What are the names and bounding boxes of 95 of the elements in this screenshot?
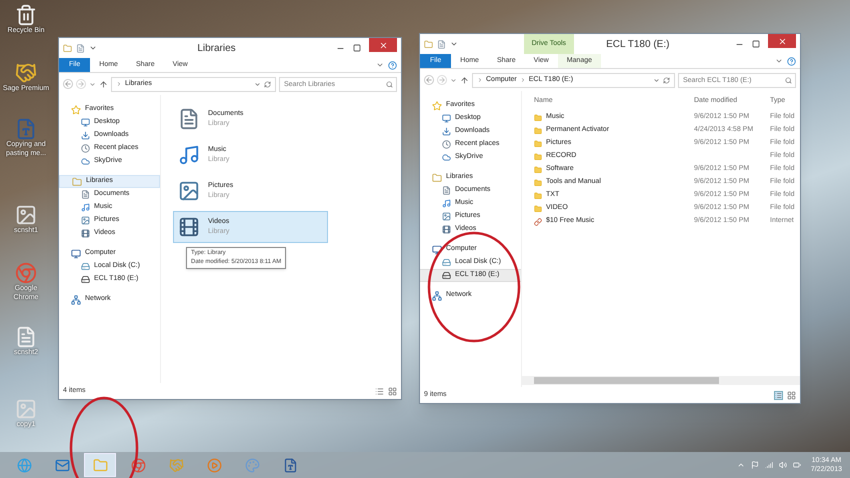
tray-expand-icon[interactable] — [736, 461, 745, 469]
up-button[interactable] — [460, 76, 469, 84]
mail-icon — [54, 458, 70, 472]
desktop-icon — [442, 114, 451, 123]
picture-icon — [178, 180, 200, 202]
folder-icon — [534, 192, 542, 200]
drive-icon — [442, 271, 451, 280]
close-button[interactable] — [369, 38, 397, 52]
folder-icon — [534, 166, 542, 174]
speaker-icon[interactable] — [778, 461, 787, 469]
tiles-view-button[interactable] — [787, 390, 796, 400]
library-icon — [72, 176, 82, 186]
search-icon — [785, 76, 792, 84]
separator-icon — [116, 81, 122, 87]
star-icon — [71, 104, 81, 114]
close-button[interactable] — [768, 34, 796, 48]
refresh-icon[interactable] — [264, 80, 271, 88]
properties-icon — [76, 44, 85, 52]
maximize-button[interactable] — [353, 44, 361, 52]
picture-icon — [81, 216, 90, 225]
library-icon — [432, 172, 442, 182]
folder-icon — [534, 178, 542, 186]
desktop-icon[interactable] — [15, 62, 37, 84]
video-icon — [178, 216, 200, 238]
recent-icon — [442, 140, 451, 149]
folder-icon — [534, 152, 542, 160]
document-icon — [282, 458, 298, 472]
video-icon — [81, 229, 90, 238]
signal-icon[interactable] — [764, 461, 773, 469]
details-view-button[interactable] — [774, 390, 783, 400]
recent-icon — [81, 144, 90, 153]
download-icon — [442, 127, 451, 136]
computer-icon — [71, 248, 81, 258]
folder-icon — [424, 40, 433, 48]
music-icon — [81, 203, 90, 212]
folder-icon — [534, 126, 542, 134]
cloud-icon — [81, 157, 90, 166]
search-icon — [386, 80, 393, 88]
folder-icon — [63, 44, 72, 52]
properties-icon — [437, 40, 446, 48]
picture-icon — [442, 212, 451, 221]
dropdown-icon — [450, 40, 458, 48]
separator-icon — [477, 77, 483, 83]
recent-locations-icon[interactable] — [450, 76, 457, 84]
network-icon — [71, 294, 81, 304]
recent-locations-icon[interactable] — [89, 80, 96, 88]
expand-ribbon-icon[interactable] — [775, 57, 783, 65]
doc-icon — [81, 190, 90, 199]
shortcut-icon — [534, 218, 542, 226]
chrome-icon — [130, 458, 146, 472]
folder-icon — [92, 458, 108, 472]
battery-icon[interactable] — [792, 461, 801, 469]
horizontal-scrollbar[interactable] — [522, 376, 800, 385]
play-icon — [206, 458, 222, 472]
drive-icon — [81, 275, 90, 284]
close-icon — [378, 40, 388, 50]
network-icon — [432, 290, 442, 300]
folder-icon — [534, 204, 542, 212]
back-button[interactable] — [63, 79, 73, 89]
forward-button[interactable] — [437, 75, 447, 85]
details-view-button[interactable] — [375, 386, 384, 396]
browser-icon — [16, 458, 32, 472]
up-button[interactable] — [99, 80, 108, 88]
palette-icon — [244, 458, 260, 472]
video-icon — [442, 225, 451, 234]
doc-icon — [442, 186, 451, 195]
maximize-button[interactable] — [752, 40, 760, 48]
dropdown-icon[interactable] — [653, 76, 660, 84]
back-button[interactable] — [424, 75, 434, 85]
close-icon — [778, 36, 786, 46]
music-icon — [178, 144, 200, 166]
taskbar-button[interactable] — [84, 453, 116, 477]
refresh-icon[interactable] — [663, 76, 670, 84]
desktop-icon[interactable] — [15, 4, 37, 26]
download-icon — [81, 131, 90, 140]
window-title: ECL T180 (E:) — [606, 38, 670, 52]
forward-button[interactable] — [76, 79, 86, 89]
star-icon — [432, 100, 442, 110]
music-icon — [442, 199, 451, 208]
tiles-view-button[interactable] — [388, 386, 397, 396]
separator-icon — [520, 77, 526, 83]
help-icon[interactable] — [787, 56, 796, 66]
flag-icon[interactable] — [750, 461, 759, 469]
folder-icon — [534, 114, 542, 122]
doc-icon — [178, 108, 200, 130]
help-icon[interactable] — [388, 60, 397, 70]
dropdown-icon[interactable] — [254, 80, 261, 88]
expand-ribbon-icon[interactable] — [376, 61, 384, 69]
computer-icon — [432, 244, 442, 254]
cloud-icon — [442, 153, 451, 162]
dropdown-icon — [89, 44, 97, 52]
folder-icon — [534, 140, 542, 148]
handshake-icon — [168, 458, 184, 472]
window-title: Libraries — [197, 42, 236, 56]
desktop-icon — [81, 118, 90, 127]
